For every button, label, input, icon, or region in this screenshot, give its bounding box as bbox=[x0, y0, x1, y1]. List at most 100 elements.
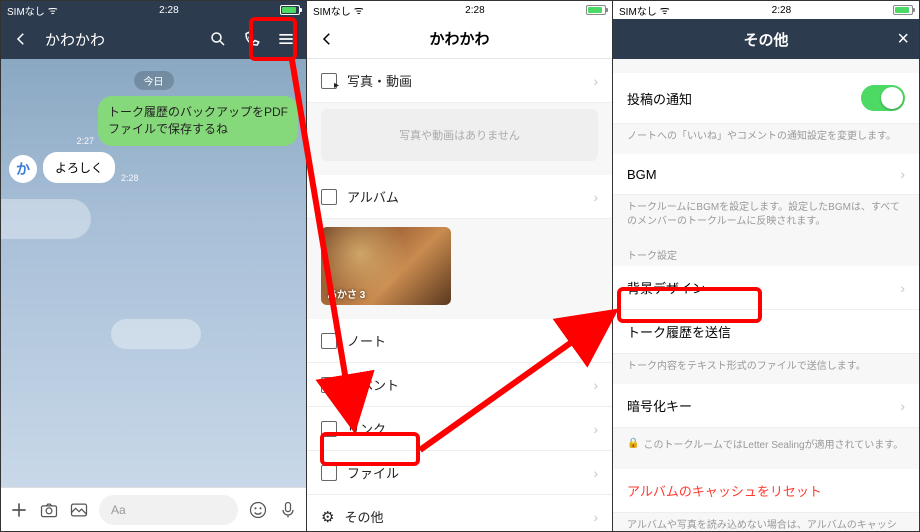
chat-title: かわかわ bbox=[45, 29, 105, 50]
row-event[interactable]: イベント › bbox=[307, 363, 612, 407]
row-notify[interactable]: 投稿の通知 bbox=[613, 73, 919, 124]
link-icon bbox=[321, 421, 337, 437]
chevron-right-icon: › bbox=[593, 333, 598, 349]
screen-menu: SIMなし ᯤ 2:28 かわかわ ▸ 写真・動画 › 写真や動画はありません ア… bbox=[307, 1, 613, 531]
section-talk: トーク設定 bbox=[613, 239, 919, 266]
input-bar: Aa bbox=[1, 487, 306, 531]
plus-icon[interactable] bbox=[9, 500, 29, 520]
row-album[interactable]: アルバム › bbox=[307, 175, 612, 219]
msg-time: 2:27 bbox=[76, 136, 94, 146]
message-input[interactable]: Aa bbox=[99, 495, 238, 525]
battery-icon bbox=[893, 5, 913, 15]
status-bar: SIMなし ᯤ 2:28 bbox=[307, 1, 612, 19]
row-label: BGM bbox=[627, 167, 657, 182]
chat-body: 今日 2:27 トーク履歴のバックアップをPDFファイルで保存するね か よろし… bbox=[1, 59, 306, 487]
row-label: 暗号化キー bbox=[627, 396, 692, 415]
row-label: 投稿の通知 bbox=[627, 89, 692, 108]
row-send-history[interactable]: トーク履歴を送信 bbox=[613, 310, 919, 354]
msg-time: 2:28 bbox=[121, 173, 139, 183]
chevron-right-icon: › bbox=[900, 166, 905, 182]
chevron-right-icon: › bbox=[593, 73, 598, 89]
notify-desc: ノートへの「いいね」やコメントの通知設定を変更します。 bbox=[613, 124, 919, 154]
clock: 2:28 bbox=[465, 5, 484, 16]
album-caption: あかさ 3 bbox=[327, 286, 365, 301]
chevron-right-icon: › bbox=[593, 377, 598, 393]
chevron-right-icon: › bbox=[593, 509, 598, 525]
screen-other: SIMなし ᯤ 2:28 その他 × 投稿の通知 ノートへの「いいね」やコメント… bbox=[613, 1, 919, 531]
row-photos[interactable]: ▸ 写真・動画 › bbox=[307, 59, 612, 103]
notify-toggle[interactable] bbox=[861, 85, 905, 111]
carrier-label: SIMなし bbox=[7, 3, 45, 18]
row-label: アルバムのキャッシュをリセット bbox=[627, 481, 822, 500]
msg-bubble[interactable]: トーク履歴のバックアップをPDFファイルで保存するね bbox=[98, 96, 298, 146]
carrier-label: SIMなし bbox=[619, 3, 657, 18]
date-chip: 今日 bbox=[134, 71, 174, 90]
chevron-right-icon: › bbox=[593, 189, 598, 205]
message-outgoing: 2:27 トーク履歴のバックアップをPDFファイルで保存するね bbox=[9, 96, 298, 146]
enc-note: 🔒このトークルームではLetter Sealingが適用されています。 bbox=[613, 428, 919, 459]
chevron-right-icon: › bbox=[593, 465, 598, 481]
battery-icon bbox=[280, 5, 300, 15]
row-bg-design[interactable]: 背景デザイン › bbox=[613, 266, 919, 310]
gallery-icon[interactable] bbox=[69, 500, 89, 520]
photos-empty: 写真や動画はありません bbox=[321, 109, 598, 161]
clock: 2:28 bbox=[772, 5, 791, 16]
chevron-right-icon: › bbox=[900, 280, 905, 296]
bgm-desc: トークルームにBGMを設定します。設定したBGMは、すべてのメンバーのトークルー… bbox=[613, 195, 919, 239]
carrier-label: SIMなし bbox=[313, 3, 351, 18]
row-label: アルバム bbox=[347, 187, 399, 206]
search-icon[interactable] bbox=[208, 29, 228, 49]
row-other[interactable]: ⚙ その他 › bbox=[307, 495, 612, 531]
row-label: 写真・動画 bbox=[347, 71, 412, 90]
row-label: その他 bbox=[344, 507, 383, 526]
wifi-icon: ᯤ bbox=[48, 3, 58, 18]
status-bar: SIMなし ᯤ 2:28 bbox=[613, 1, 919, 19]
album-icon bbox=[321, 189, 337, 205]
lock-icon: 🔒 bbox=[627, 438, 639, 449]
back-icon[interactable] bbox=[317, 29, 337, 49]
other-title: その他 bbox=[683, 29, 849, 50]
chevron-right-icon: › bbox=[593, 421, 598, 437]
reset-desc: アルバムや写真を読み込めない場合は、アルバムのキャッシュをリセットしてください。 bbox=[613, 513, 919, 531]
row-label: リンク bbox=[347, 419, 386, 438]
row-label: 背景デザイン bbox=[627, 278, 705, 297]
avatar[interactable]: か bbox=[9, 155, 37, 183]
menu-body: ▸ 写真・動画 › 写真や動画はありません アルバム › あかさ 3 ノート › イ… bbox=[307, 59, 612, 531]
close-icon[interactable]: × bbox=[897, 28, 909, 51]
chat-nav: かわかわ bbox=[1, 19, 306, 59]
row-enc-key[interactable]: 暗号化キー › bbox=[613, 384, 919, 428]
send-history-desc: トーク内容をテキスト形式のファイルで送信します。 bbox=[613, 354, 919, 384]
row-link[interactable]: リンク › bbox=[307, 407, 612, 451]
album-thumbnail[interactable]: あかさ 3 bbox=[321, 227, 451, 305]
note-icon bbox=[321, 333, 337, 349]
emoji-icon[interactable] bbox=[248, 500, 268, 520]
menu-title: かわかわ bbox=[377, 28, 542, 49]
photo-icon: ▸ bbox=[321, 73, 337, 89]
message-incoming: か よろしく 2:28 bbox=[9, 152, 298, 183]
menu-icon[interactable] bbox=[276, 29, 296, 49]
row-note[interactable]: ノート › bbox=[307, 319, 612, 363]
clock: 2:28 bbox=[159, 5, 178, 16]
row-bgm[interactable]: BGM › bbox=[613, 154, 919, 195]
row-file[interactable]: ファイル › bbox=[307, 451, 612, 495]
row-label: ファイル bbox=[347, 463, 399, 482]
file-icon bbox=[321, 465, 337, 481]
row-label: トーク履歴を送信 bbox=[627, 322, 731, 341]
row-label: ノート bbox=[347, 331, 386, 350]
wifi-icon: ᯤ bbox=[660, 3, 670, 18]
other-nav: その他 × bbox=[613, 19, 919, 59]
wifi-icon: ᯤ bbox=[354, 3, 364, 18]
row-label: イベント bbox=[347, 375, 399, 394]
call-icon[interactable] bbox=[242, 29, 262, 49]
row-reset-cache[interactable]: アルバムのキャッシュをリセット bbox=[613, 469, 919, 513]
back-icon[interactable] bbox=[11, 29, 31, 49]
mic-icon[interactable] bbox=[278, 500, 298, 520]
event-icon bbox=[321, 377, 337, 393]
camera-icon[interactable] bbox=[39, 500, 59, 520]
menu-nav: かわかわ bbox=[307, 19, 612, 59]
msg-bubble[interactable]: よろしく bbox=[43, 152, 115, 183]
status-bar: SIMなし ᯤ 2:28 bbox=[1, 1, 306, 19]
screen-chat: SIMなし ᯤ 2:28 かわかわ 今日 2:27 トーク履歴のバックアップをP… bbox=[1, 1, 307, 531]
battery-icon bbox=[586, 5, 606, 15]
gear-icon: ⚙ bbox=[321, 508, 334, 526]
